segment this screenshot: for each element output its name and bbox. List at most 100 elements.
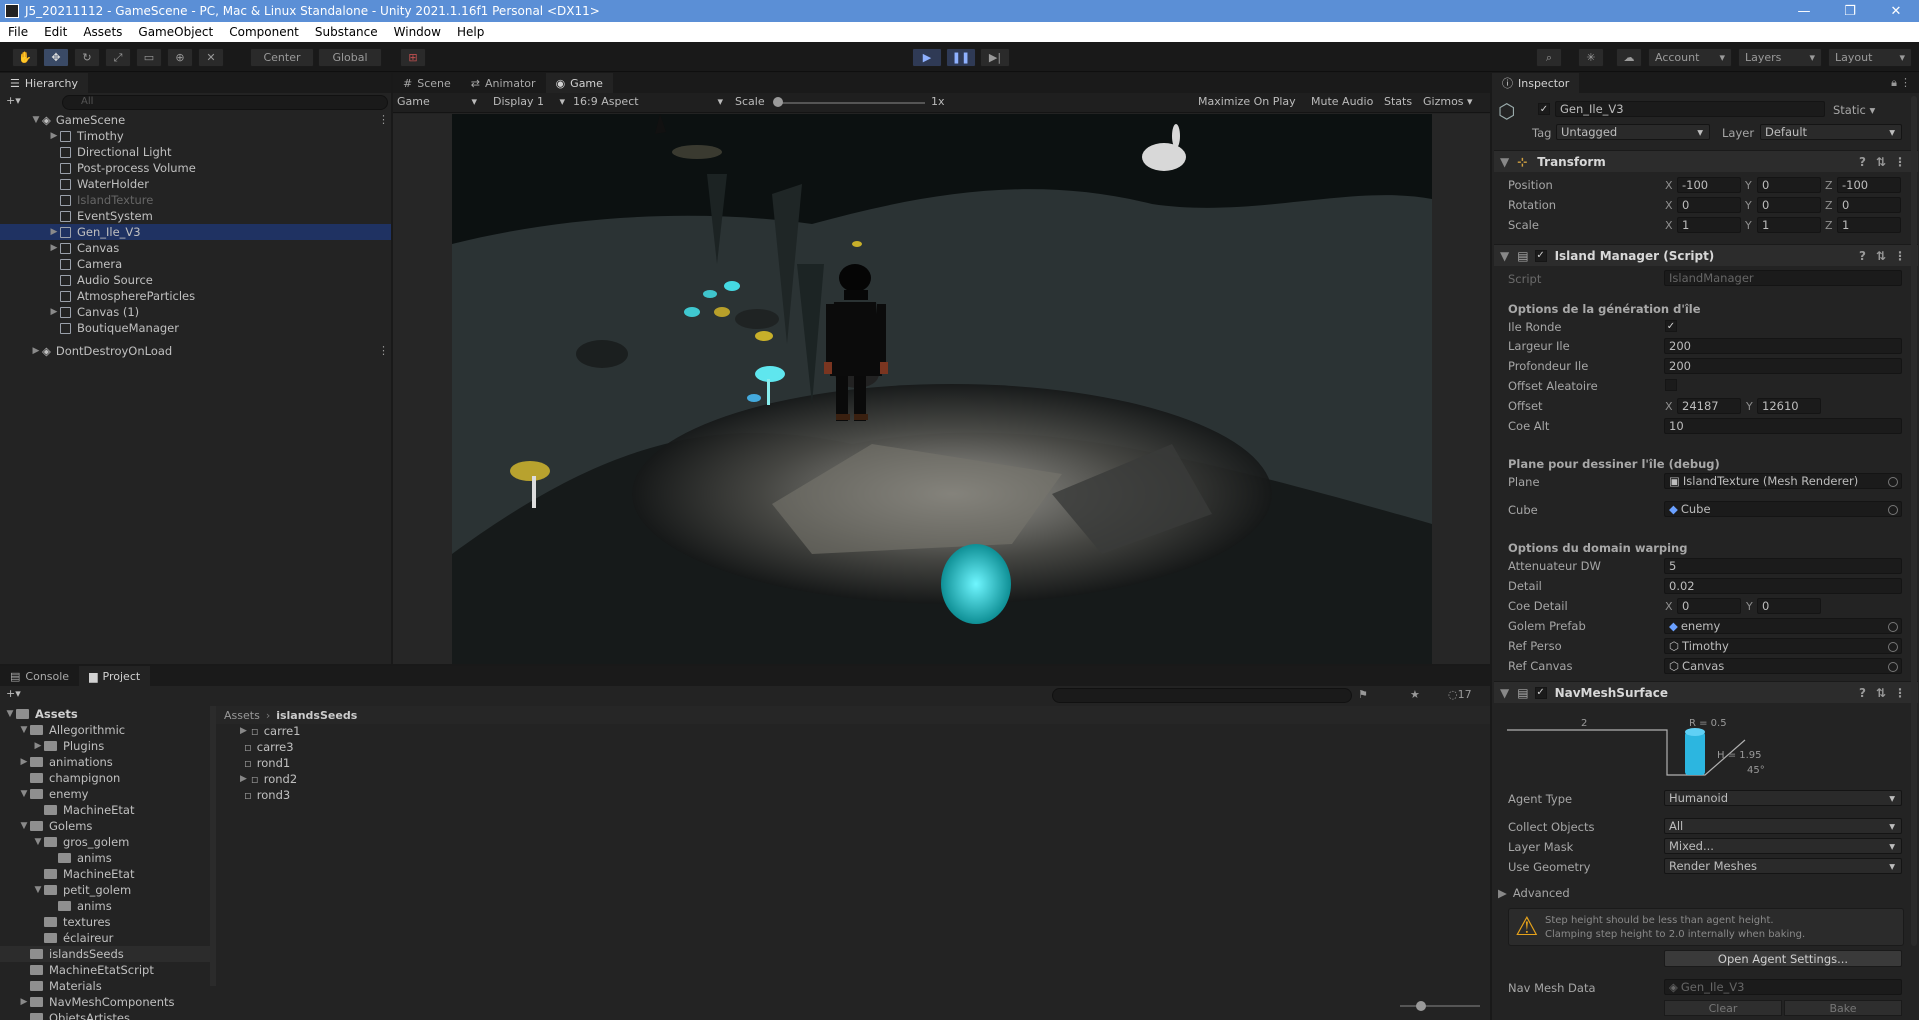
expand-arrow-icon[interactable]: ▶ <box>48 131 60 141</box>
project-tree-item[interactable]: MachineEtatScript <box>0 962 212 978</box>
hand-tool-icon[interactable]: ✋ <box>12 48 38 67</box>
project-file-item[interactable]: ▫ rond3 <box>240 787 440 803</box>
snap-grid-icon[interactable]: ⊞ <box>400 48 426 67</box>
bake-button[interactable]: Bake <box>1784 1000 1902 1016</box>
coe-detail-y-field[interactable]: 0 <box>1757 598 1821 614</box>
rotation-y-field[interactable]: 0 <box>1757 197 1821 213</box>
offset-y-field[interactable]: 12610 <box>1757 398 1821 414</box>
filter-type-icon[interactable]: ⚑ <box>1358 688 1368 701</box>
project-tree-item[interactable]: anims <box>0 898 212 914</box>
expand-arrow-icon[interactable]: ▶ <box>48 243 60 253</box>
rotate-tool-icon[interactable]: ↻ <box>74 48 100 67</box>
custom-tool-icon[interactable]: ✕ <box>198 48 224 67</box>
expand-arrow-icon[interactable]: ▼ <box>18 725 30 735</box>
hierarchy-item[interactable]: EventSystem <box>0 208 391 224</box>
coe-detail-x-field[interactable]: 0 <box>1677 598 1741 614</box>
component-enabled-checkbox[interactable]: ✓ <box>1534 249 1547 262</box>
inspector-scrollbar[interactable] <box>1911 96 1917 946</box>
collab-icon[interactable]: ✳ <box>1578 48 1604 67</box>
coe-alt-field[interactable]: 10 <box>1664 418 1902 434</box>
hierarchy-item[interactable]: AtmosphereParticles <box>0 288 391 304</box>
game-mode-dropdown[interactable]: Game ▾ <box>397 95 477 108</box>
expand-arrow-icon[interactable]: ▼ <box>4 709 16 719</box>
scale-y-field[interactable]: 1 <box>1757 217 1821 233</box>
advanced-foldout[interactable]: ▶ Advanced <box>1498 886 1570 900</box>
use-geometry-dropdown[interactable]: Render Meshes ▾ <box>1664 858 1902 874</box>
display-dropdown[interactable]: Display 1 ▾ <box>493 95 565 108</box>
search-icon[interactable]: ⌕ <box>1536 48 1562 67</box>
project-tree-item[interactable]: ▼ gros_golem <box>0 834 212 850</box>
menu-substance[interactable]: Substance <box>307 25 386 39</box>
expand-arrow-icon[interactable]: ▶ <box>48 227 60 237</box>
icon-size-handle[interactable] <box>1416 1001 1426 1011</box>
tab-project[interactable]: ▆ Project <box>79 666 151 686</box>
maximize-on-play-toggle[interactable]: Maximize On Play <box>1198 95 1296 108</box>
scale-tool-icon[interactable]: ⤢ <box>105 48 131 67</box>
maximize-button[interactable]: ❐ <box>1827 0 1873 22</box>
project-tree-item[interactable]: ▼ enemy <box>0 786 212 802</box>
layer-mask-dropdown[interactable]: Mixed... ▾ <box>1664 838 1902 854</box>
menu-gameobject[interactable]: GameObject <box>130 25 221 39</box>
menu-component[interactable]: Component <box>221 25 307 39</box>
account-dropdown[interactable]: Account ▾ <box>1648 48 1732 67</box>
icon-size-slider[interactable] <box>1400 1005 1480 1007</box>
ref-perso-field[interactable]: ⬡ Timothy <box>1664 638 1902 654</box>
scene-menu-icon[interactable]: ⋮ <box>378 344 389 357</box>
project-file-item[interactable]: ▶ ▫ rond2 <box>240 771 440 787</box>
stats-toggle[interactable]: Stats <box>1384 95 1412 108</box>
ref-canvas-field[interactable]: ⬡ Canvas <box>1664 658 1902 674</box>
project-tree-item[interactable]: ▼ Assets <box>0 706 212 722</box>
object-name-field[interactable]: Gen_Ile_V3 <box>1555 101 1825 117</box>
project-tree-item[interactable]: ObjetsArtistes <box>0 1010 212 1020</box>
scene-menu-icon[interactable]: ⋮ <box>378 113 389 126</box>
hierarchy-item[interactable]: ▶ Canvas <box>0 240 391 256</box>
transform-tool-icon[interactable]: ⊕ <box>167 48 193 67</box>
object-picker-icon[interactable] <box>1888 477 1898 487</box>
active-checkbox[interactable]: ✓ <box>1538 103 1550 115</box>
cube-field[interactable]: ◆ Cube <box>1664 501 1902 517</box>
hierarchy-item[interactable]: Camera <box>0 256 391 272</box>
project-tree-item[interactable]: MachineEtat <box>0 802 212 818</box>
help-icon[interactable]: ? <box>1859 686 1866 700</box>
offset-x-field[interactable]: 24187 <box>1677 398 1741 414</box>
project-search-input[interactable] <box>1052 688 1352 703</box>
hierarchy-item[interactable]: Audio Source <box>0 272 391 288</box>
preset-icon[interactable]: ⇅ <box>1876 686 1886 700</box>
menu-help[interactable]: Help <box>449 25 492 39</box>
rect-tool-icon[interactable]: ▭ <box>136 48 162 67</box>
expand-arrow-icon[interactable]: ▶ <box>48 307 60 317</box>
scale-slider-handle[interactable] <box>773 97 783 107</box>
tab-scene[interactable]: # Scene <box>393 73 461 93</box>
collect-objects-dropdown[interactable]: All ▾ <box>1664 818 1902 834</box>
project-tree-item[interactable]: ▶ animations <box>0 754 212 770</box>
project-tree-item[interactable]: champignon <box>0 770 212 786</box>
hierarchy-item[interactable]: Post-process Volume <box>0 160 391 176</box>
position-z-field[interactable]: -100 <box>1837 177 1901 193</box>
menu-window[interactable]: Window <box>386 25 449 39</box>
profondeur-field[interactable]: 200 <box>1664 358 1902 374</box>
breadcrumb-assets[interactable]: Assets <box>224 709 260 722</box>
scale-x-field[interactable]: 1 <box>1677 217 1741 233</box>
project-tree-item[interactable]: anims <box>0 850 212 866</box>
project-tree-item[interactable]: Materials <box>0 978 212 994</box>
navmesh-surface-header[interactable]: ▼ ▤ ✓ NavMeshSurface ? ⇅ ⋮ <box>1494 681 1918 703</box>
mute-audio-toggle[interactable]: Mute Audio <box>1311 95 1373 108</box>
island-manager-header[interactable]: ▼ ▤ ✓ Island Manager (Script) ? ⇅ ⋮ <box>1494 244 1918 266</box>
hierarchy-item[interactable]: ▶ Gen_Ile_V3 <box>0 224 391 240</box>
pivot-center-toggle[interactable]: Center <box>250 48 314 67</box>
layout-dropdown[interactable]: Layout ▾ <box>1828 48 1912 67</box>
kebab-menu-icon[interactable]: ⋮ <box>1900 76 1911 89</box>
project-tree-item[interactable]: ▼ Golems <box>0 818 212 834</box>
game-render[interactable] <box>452 114 1432 664</box>
hierarchy-item[interactable]: ▶ Canvas (1) <box>0 304 391 320</box>
expand-arrow-icon[interactable]: ▼ <box>32 837 44 847</box>
create-asset-button[interactable]: +▾ <box>6 687 21 700</box>
component-menu-icon[interactable]: ⋮ <box>1894 155 1906 169</box>
layer-dropdown[interactable]: Default ▾ <box>1760 124 1902 140</box>
tab-animator[interactable]: ⇄ Animator <box>461 73 546 93</box>
preset-icon[interactable]: ⇅ <box>1876 249 1886 263</box>
object-picker-icon[interactable] <box>1888 505 1898 515</box>
hierarchy-search-input[interactable]: All <box>62 95 388 110</box>
minimize-button[interactable]: — <box>1781 0 1827 22</box>
component-menu-icon[interactable]: ⋮ <box>1894 249 1906 263</box>
